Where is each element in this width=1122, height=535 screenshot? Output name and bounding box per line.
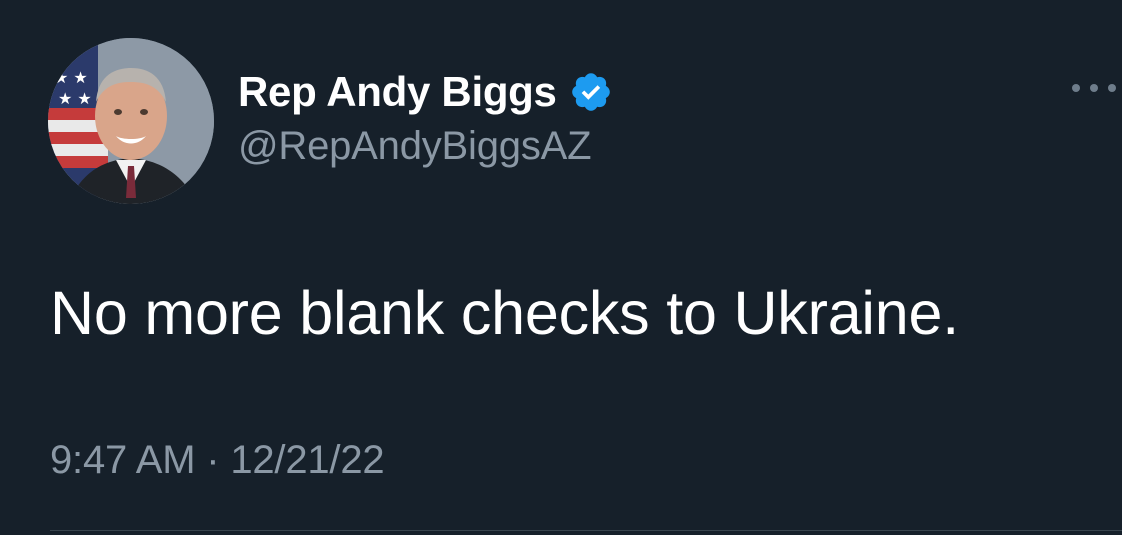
- svg-text:★ ★: ★ ★: [54, 68, 88, 87]
- svg-text:★ ★: ★ ★: [58, 89, 92, 108]
- display-name[interactable]: Rep Andy Biggs: [238, 68, 557, 116]
- divider: [50, 530, 1122, 531]
- tweet-time[interactable]: 9:47 AM: [50, 438, 196, 482]
- timestamp-separator: ·: [206, 438, 231, 482]
- tweet-date[interactable]: 12/21/22: [230, 438, 384, 482]
- more-options-button[interactable]: [1072, 78, 1116, 98]
- tweet-card: ★ ★ ★ ★ Rep Andy Biggs @RepAndyBiggsAZ N…: [0, 0, 1122, 535]
- handle[interactable]: @RepAndyBiggsAZ: [238, 124, 592, 169]
- avatar-photo-icon: ★ ★ ★ ★: [48, 38, 214, 204]
- more-dot: [1072, 84, 1080, 92]
- tweet-text: No more blank checks to Ukraine.: [50, 279, 959, 347]
- tweet-timestamp[interactable]: 9:47 AM · 12/21/22: [50, 438, 385, 483]
- author-name-row[interactable]: Rep Andy Biggs: [238, 66, 613, 118]
- avatar[interactable]: ★ ★ ★ ★: [48, 38, 214, 204]
- more-dot: [1090, 84, 1098, 92]
- verified-badge-icon: [569, 70, 613, 114]
- more-dot: [1108, 84, 1116, 92]
